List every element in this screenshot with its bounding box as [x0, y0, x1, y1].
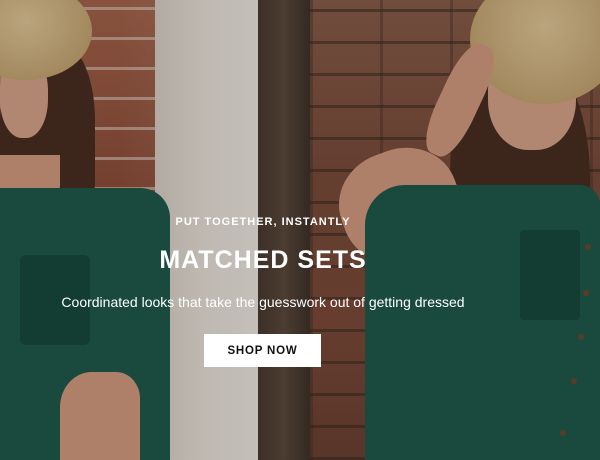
image-overlay — [0, 0, 600, 460]
hero-headline: MATCHED SETS — [159, 246, 367, 274]
hero-banner: PUT TOGETHER, INSTANTLY MATCHED SETS Coo… — [0, 0, 600, 460]
shop-now-button[interactable]: SHOP NOW — [204, 334, 321, 367]
hero-eyebrow: PUT TOGETHER, INSTANTLY — [175, 216, 351, 228]
hero-subtext: Coordinated looks that take the guesswor… — [61, 294, 465, 310]
